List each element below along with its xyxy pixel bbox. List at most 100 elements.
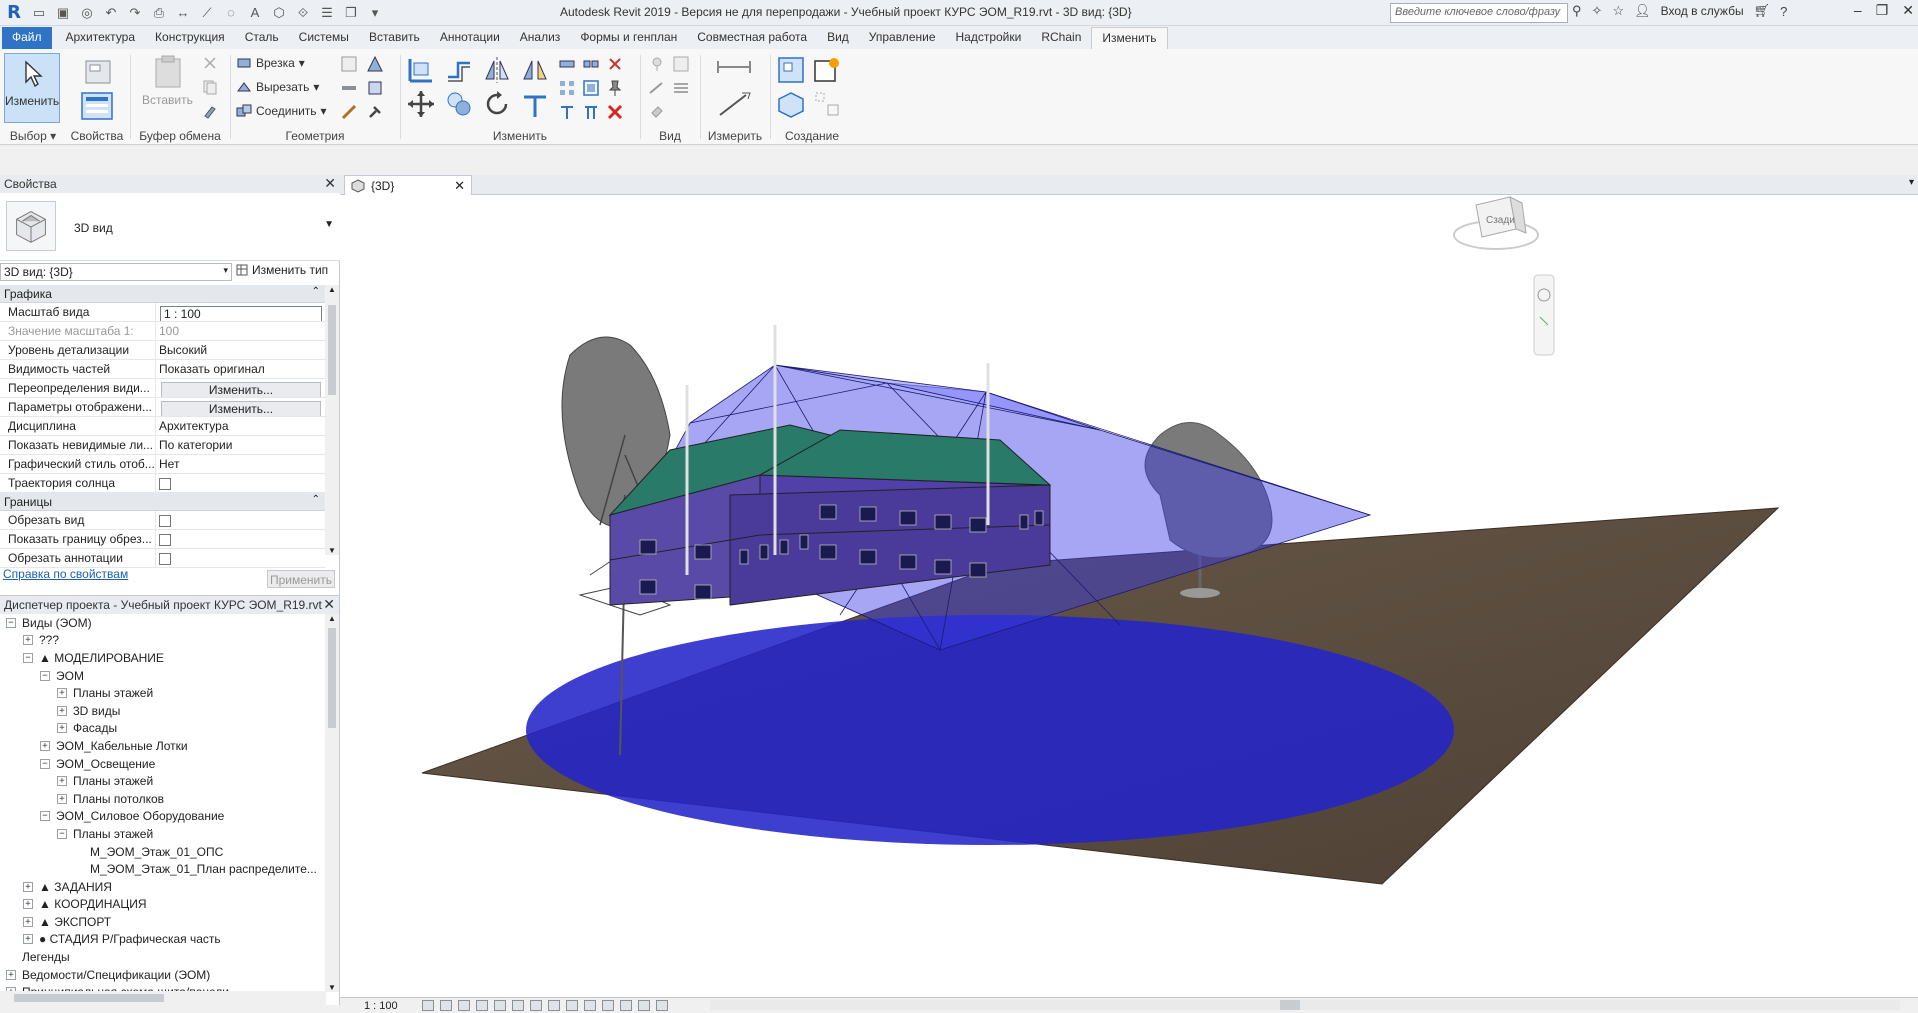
scale-icon[interactable]: [582, 79, 600, 97]
create-parts-icon[interactable]: [812, 55, 842, 85]
expand-icon[interactable]: +: [57, 793, 67, 804]
property-value[interactable]: Нет: [156, 455, 326, 473]
collapse-icon[interactable]: −: [40, 758, 50, 769]
constraints-icon[interactable]: [656, 1000, 668, 1011]
tree-item[interactable]: + ▲ ЗАДАНИЯ: [0, 878, 326, 896]
tree-item[interactable]: − Виды (ЭОМ): [0, 614, 326, 632]
tab-4[interactable]: Системы: [289, 27, 359, 49]
tree-item[interactable]: + Ведомости/Спецификации (ЭОМ): [0, 966, 326, 984]
viewcube[interactable]: Сзади: [1453, 196, 1539, 250]
tab-5[interactable]: Вставить: [359, 27, 430, 49]
view-scale[interactable]: 1 : 100: [364, 1000, 404, 1012]
cut-button[interactable]: Вырезать ▾: [236, 79, 319, 95]
tab-6[interactable]: Аннотации: [430, 27, 510, 49]
property-value[interactable]: 1 : 100: [156, 303, 326, 321]
split-icon[interactable]: [558, 55, 576, 73]
print-icon[interactable]: ⎙: [150, 4, 168, 22]
revit-logo-icon[interactable]: R: [4, 2, 24, 24]
close-icon[interactable]: ✕: [323, 596, 335, 613]
tree-item[interactable]: М_ЭОМ_Этаж_01_План распределите...: [0, 860, 326, 878]
restore-icon[interactable]: ❐: [1876, 2, 1889, 19]
align-icon[interactable]: [406, 55, 436, 85]
property-group[interactable]: Границы ⌃: [0, 493, 326, 511]
text-icon[interactable]: A: [246, 4, 264, 22]
reveal-hidden-icon[interactable]: [584, 1000, 596, 1011]
open-icon[interactable]: ▭: [30, 4, 48, 22]
expand-icon[interactable]: +: [23, 899, 33, 910]
save-icon[interactable]: ▣: [54, 4, 72, 22]
paste-icon[interactable]: [152, 55, 184, 89]
paint-icon[interactable]: [366, 79, 384, 97]
tab-2[interactable]: Конструкция: [145, 27, 235, 49]
scroll-thumb[interactable]: [328, 305, 336, 395]
beam-join-icon[interactable]: [340, 79, 358, 97]
tab-overflow-icon[interactable]: ▾: [1909, 177, 1914, 188]
properties-help-link[interactable]: Справка по свойствам: [3, 567, 128, 581]
expand-icon[interactable]: +: [23, 881, 33, 892]
match-properties-icon[interactable]: [202, 103, 218, 119]
override-graphics-icon[interactable]: [672, 55, 690, 73]
light-coverage-area[interactable]: [526, 615, 1454, 845]
3d-model-canvas[interactable]: Сзади: [340, 195, 1918, 997]
trim-single-icon[interactable]: [558, 103, 576, 121]
tree-item[interactable]: − ЭОМ_Силовое Оборудование: [0, 808, 326, 826]
expand-icon[interactable]: +: [57, 776, 67, 787]
expand-icon[interactable]: +: [57, 688, 67, 699]
modify-button[interactable]: Изменить: [4, 53, 60, 123]
expand-icon[interactable]: +: [40, 740, 50, 751]
tree-item[interactable]: + Планы потолков: [0, 790, 326, 808]
property-value[interactable]: Изменить...: [156, 398, 326, 416]
viewport-hscrollbar[interactable]: [710, 1000, 1900, 1010]
create-similar-icon[interactable]: [812, 89, 842, 119]
checkbox[interactable]: [159, 515, 171, 527]
minimize-icon[interactable]: –: [1854, 2, 1862, 19]
create-assembly-icon[interactable]: [776, 55, 806, 85]
worksharing-icon[interactable]: [602, 1000, 614, 1011]
split-gap-icon[interactable]: [582, 55, 600, 73]
array-icon[interactable]: [558, 79, 576, 97]
edit-button[interactable]: Изменить...: [161, 401, 321, 416]
copy-icon[interactable]: [202, 79, 218, 95]
collapse-icon[interactable]: −: [6, 617, 16, 628]
edit-type-button[interactable]: Изменить тип: [236, 263, 328, 277]
tab-11[interactable]: Управление: [859, 27, 946, 49]
expand-icon[interactable]: +: [6, 969, 16, 980]
tree-item[interactable]: +???: [0, 632, 326, 650]
close-icon[interactable]: ✕: [324, 175, 336, 192]
sun-path-icon[interactable]: [458, 1000, 470, 1011]
scroll-thumb[interactable]: [328, 628, 336, 728]
trim-icon[interactable]: [520, 89, 550, 119]
tree-item[interactable]: +3D виды: [0, 702, 326, 720]
subscription-icon[interactable]: ✧: [1592, 3, 1603, 19]
filter-lines-icon[interactable]: [672, 79, 690, 97]
property-group[interactable]: Графика ⌃: [0, 285, 326, 303]
view-tab-3d[interactable]: {3D} ✕: [344, 175, 472, 195]
edit-button[interactable]: Изменить...: [161, 382, 321, 397]
mirror-draw-icon[interactable]: [520, 55, 550, 85]
section-icon[interactable]: ⟐: [294, 4, 312, 22]
tab-7[interactable]: Анализ: [510, 27, 571, 49]
linework-icon[interactable]: [648, 79, 666, 97]
checkbox[interactable]: [159, 478, 171, 490]
tree-item[interactable]: − Планы этажей: [0, 825, 326, 843]
tree-item[interactable]: + Фасады: [0, 720, 326, 738]
checkbox[interactable]: [159, 553, 171, 565]
hammer-icon[interactable]: [366, 103, 384, 121]
instance-filter-select[interactable]: 3D вид: {3D} ▾: [0, 263, 232, 281]
measure-between-icon[interactable]: [714, 55, 754, 79]
scroll-thumb[interactable]: [1280, 1000, 1300, 1010]
thin-lines-icon[interactable]: ☰: [318, 4, 336, 22]
binoculars-icon[interactable]: ⚲: [1572, 3, 1582, 19]
tab-1[interactable]: Архитектура: [56, 27, 146, 49]
tab-3[interactable]: Сталь: [235, 27, 289, 49]
3d-viewport[interactable]: Сзади: [340, 195, 1918, 997]
close-icon[interactable]: ✕: [454, 178, 465, 194]
property-value[interactable]: Показать оригинал: [156, 360, 326, 378]
delete-icon[interactable]: [606, 103, 624, 121]
tab-10[interactable]: Вид: [817, 27, 859, 49]
redo-icon[interactable]: ↷: [126, 4, 144, 22]
cart-icon[interactable]: 🛒︎: [1754, 3, 1771, 19]
dimension-icon[interactable]: ⟋: [198, 4, 216, 22]
join-button[interactable]: Соединить ▾: [236, 103, 327, 119]
tab-0[interactable]: Файл: [2, 27, 52, 49]
